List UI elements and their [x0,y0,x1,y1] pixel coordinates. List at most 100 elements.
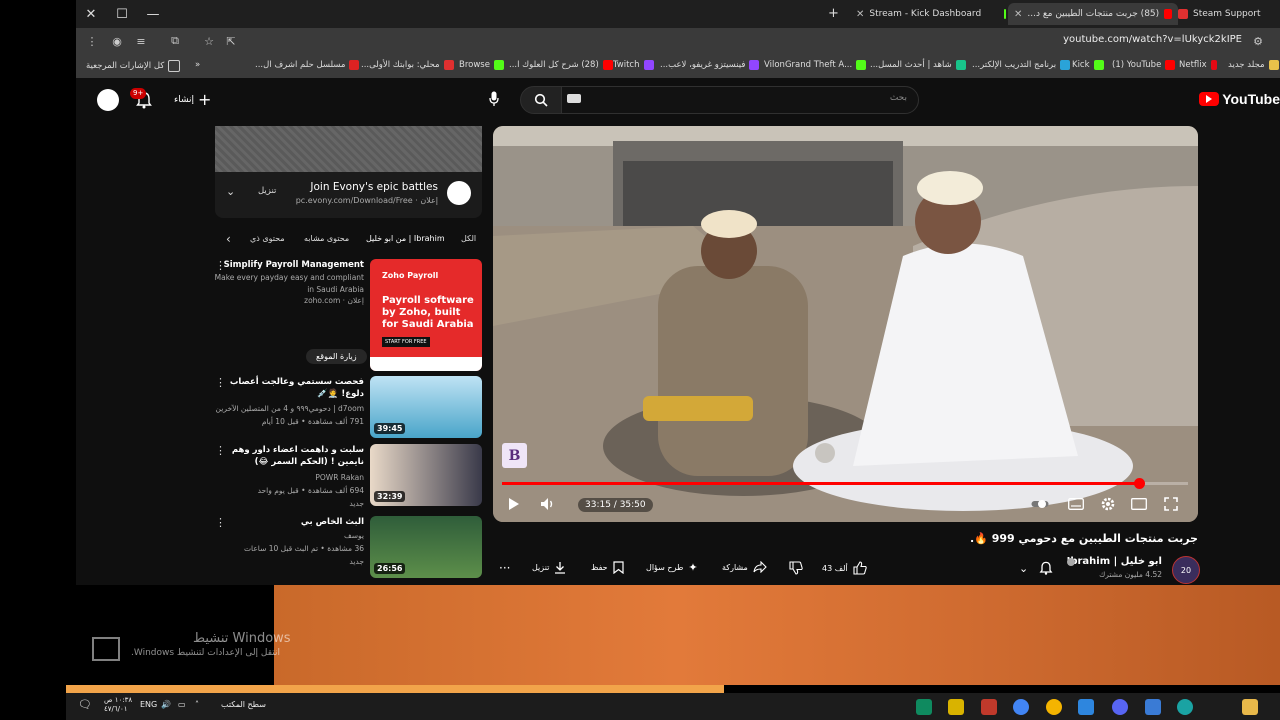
like-button[interactable]: 43 ألف [822,561,867,575]
video-thumbnail[interactable]: 32:39 [370,444,482,506]
url-field[interactable]: youtube.com/watch?v=lUkyck2kIPE [1063,34,1242,45]
taskbar-clock[interactable]: ١٠:٣٨ ص ٤٧/٦/٠١ [104,696,132,714]
window-minimize-button[interactable]: — [138,0,168,28]
close-tab-icon[interactable]: ✕ [856,9,864,20]
cast-icon[interactable]: ≡ [134,34,148,48]
account-avatar[interactable] [97,89,119,111]
bookmark-item[interactable]: Browse [459,60,504,70]
profile-icon[interactable]: ◉ [110,34,124,48]
settings-button[interactable] [1097,495,1119,513]
desktop-toolbar[interactable]: سطح المكتب [221,700,266,709]
ad-video-title[interactable]: Simplify Payroll Management [214,259,364,271]
save-button[interactable]: حفظ [591,561,624,574]
notification-icon[interactable]: 🗨 [78,698,92,711]
ask-button[interactable]: طرح سؤال ✦ [646,561,698,574]
bookmark-item[interactable]: VilonGrand Theft A... [764,60,867,70]
chevron-down-icon[interactable]: ⌄ [226,185,235,198]
theater-mode-button[interactable] [1128,495,1150,513]
file-explorer-icon[interactable] [1242,699,1258,715]
zoho-ad-thumbnail[interactable]: Zoho Payroll Payroll software by Zoho, b… [370,259,482,371]
chip-all[interactable]: الكل [461,234,476,243]
chevron-left-icon[interactable]: ‹ [226,232,231,246]
speaker-icon[interactable]: 🔊 [161,700,171,709]
site-info-icon[interactable]: ⚙ [1251,34,1265,48]
extensions-icon[interactable]: ⧉ [168,34,182,48]
create-button[interactable]: إنشاء + [174,90,211,109]
more-options-icon[interactable]: ⋮ [215,444,226,457]
autoplay-toggle[interactable] [1029,495,1051,513]
share-page-icon[interactable]: ⇱ [224,34,238,48]
bookmark-item[interactable]: محلي: بوابتك الأولى... [361,60,454,70]
window-maximize-button[interactable]: ☐ [107,0,137,28]
evony-logo[interactable] [447,181,471,205]
ad-title[interactable]: Join Evony's epic battles [310,181,438,193]
bookmark-item[interactable]: شاهد | أحدث المسل... [870,60,966,70]
video-thumbnail[interactable]: 26:56 [370,516,482,578]
bookmark-item[interactable]: Netflix [1179,60,1217,70]
channel-name[interactable]: ابو خليل | Ibrahim [1067,556,1162,567]
menu-icon[interactable]: ⋮ [85,34,99,48]
all-bookmarks-button[interactable]: كل الإشارات المرجعية [86,60,181,72]
chip-from-channel[interactable]: من ابو خليل | Ibrahim [366,234,445,243]
video-channel[interactable]: يوسف [214,530,364,542]
ad-download-button[interactable]: تنزيل [258,186,276,196]
tab-kick-dashboard[interactable]: ✕ Stream - Kick Dashboard [850,3,1012,25]
volume-button[interactable] [537,495,559,513]
bookmark-star-icon[interactable]: ☆ [202,34,216,48]
bookmark-item[interactable]: برنامج التدريب الإلكتر... [972,60,1071,70]
chip-related[interactable]: محتوى مشابه [304,234,349,243]
edge-icon[interactable] [1177,699,1193,715]
progress-scrubber-handle[interactable] [1134,478,1145,489]
close-tab-icon[interactable]: ✕ [1014,9,1022,20]
download-button[interactable]: تنزيل [532,561,566,574]
app-icon[interactable] [981,699,997,715]
new-tab-button[interactable]: + [828,6,839,21]
bookmark-item[interactable]: Kick [1072,60,1104,70]
visit-site-button[interactable]: زيارة الموقع [306,349,367,364]
keyboard-icon[interactable] [567,94,581,103]
video-title[interactable]: البث الخاص بي [214,516,364,528]
bookmark-item[interactable]: Twitch [613,60,654,70]
tray-expand-icon[interactable]: ˄ [195,700,199,709]
app-icon[interactable] [948,699,964,715]
app-icon[interactable] [1145,699,1161,715]
more-options-icon[interactable]: ⋮ [215,259,226,272]
subtitles-button[interactable] [1065,495,1087,513]
video-thumbnail[interactable]: 39:45 [370,376,482,438]
fullscreen-button[interactable] [1160,495,1182,513]
bookmark-item[interactable]: فينسيتزو غريفو، لاعب... [660,60,760,70]
search-button[interactable] [520,86,562,114]
network-icon[interactable]: ▭ [178,700,186,709]
discord-icon[interactable] [1112,699,1128,715]
input-language[interactable]: ENG [140,700,157,709]
dislike-button[interactable] [789,561,803,575]
youtube-logo[interactable]: YouTube [1199,91,1280,107]
chrome-icon[interactable] [1013,699,1029,715]
bookmark-item[interactable]: مسلسل حلم اشرف ال... [255,60,360,70]
app-icon[interactable] [1046,699,1062,715]
app-icon[interactable] [916,699,932,715]
tab-steam-support[interactable]: Steam Support [1172,3,1280,25]
tab-youtube-video[interactable]: (85) جربت منتجات الطيبين مع د... ✕ [1008,3,1178,25]
ad-banner-image[interactable] [215,126,482,172]
chevron-down-icon[interactable]: ⌄ [1019,562,1028,575]
more-options-icon[interactable]: ⋮ [215,376,226,389]
share-button[interactable]: مشاركة [722,561,767,573]
microphone-icon[interactable] [486,90,502,108]
bell-subscribe-button[interactable] [1038,560,1054,580]
window-close-button[interactable]: ✕ [76,0,106,28]
search-input[interactable] [560,86,919,114]
video-player[interactable] [493,126,1198,522]
bookmark-item[interactable]: (28) شرح كل العلوك ا... [509,60,613,70]
video-channel[interactable]: POWR Rakan [214,472,364,484]
app-icon[interactable] [1078,699,1094,715]
video-channel[interactable]: d7oom | دحومي٩٩٩ و 4 من المتصلين الآخرين [214,403,364,415]
play-button[interactable] [503,495,525,513]
channel-watermark[interactable]: B [502,443,527,468]
bookmark-item[interactable]: مجلد جديد [1228,60,1279,70]
more-options-icon[interactable]: ⋮ [215,516,226,529]
bookmark-item[interactable]: (1) YouTube [1112,60,1176,70]
video-title[interactable]: سلبت و داهمت اعضاء داور وهم نايمين ! (ال… [214,444,364,468]
more-actions-button[interactable]: ··· [499,561,510,575]
channel-avatar[interactable]: 20 [1172,556,1200,584]
